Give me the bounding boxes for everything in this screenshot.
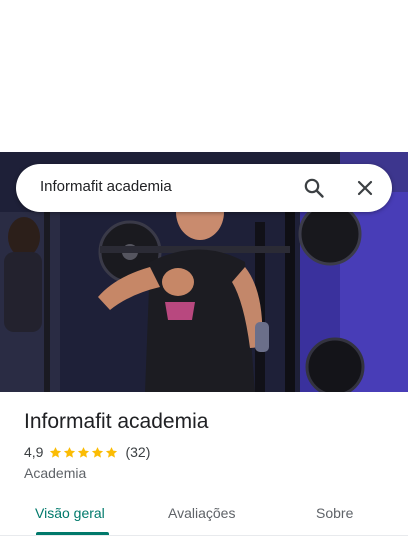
- place-title: Informafit academia: [24, 410, 209, 433]
- close-icon[interactable]: [353, 176, 377, 200]
- search-icon[interactable]: [302, 176, 326, 200]
- tabs-divider: [0, 535, 408, 536]
- star-icon: [92, 446, 104, 458]
- tab-about[interactable]: Sobre: [316, 505, 353, 521]
- rating-row[interactable]: 4,9 (32): [24, 444, 150, 460]
- star-icon: [50, 446, 62, 458]
- search-bar[interactable]: Informafit academia: [16, 164, 392, 212]
- rating-value: 4,9: [24, 444, 44, 460]
- star-icon: [78, 446, 90, 458]
- place-tabs: Visão geral Avaliações Sobre: [0, 494, 408, 536]
- review-count[interactable]: (32): [125, 444, 150, 460]
- star-icon: [64, 446, 76, 458]
- star-rating: [49, 446, 119, 459]
- tab-overview[interactable]: Visão geral: [35, 505, 105, 521]
- star-icon: [106, 446, 118, 458]
- search-input[interactable]: Informafit academia: [40, 178, 172, 195]
- blank-header-area: [0, 0, 408, 152]
- tab-reviews[interactable]: Avaliações: [168, 505, 235, 521]
- place-category: Academia: [24, 465, 87, 481]
